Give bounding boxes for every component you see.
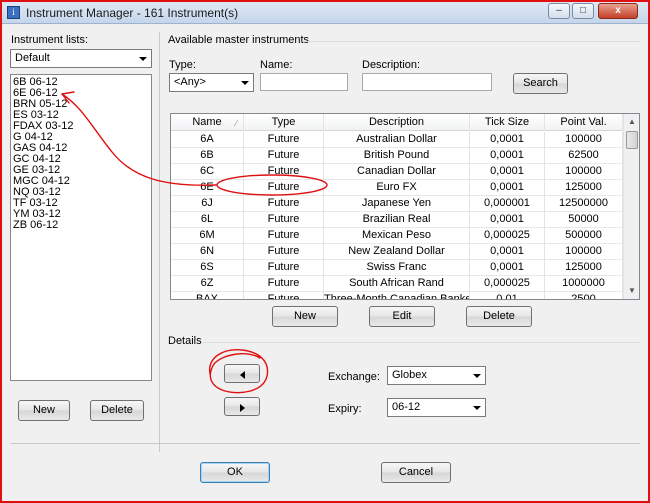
instrument-manager-window: i Instrument Manager - 161 Instrument(s)…: [0, 0, 650, 503]
red-annotation-overlay: [61, 91, 328, 394]
annotation-connector-line: [61, 93, 217, 186]
highlight-6e-row-circle: [216, 174, 328, 196]
highlight-previous-button-scribble: [209, 349, 269, 394]
